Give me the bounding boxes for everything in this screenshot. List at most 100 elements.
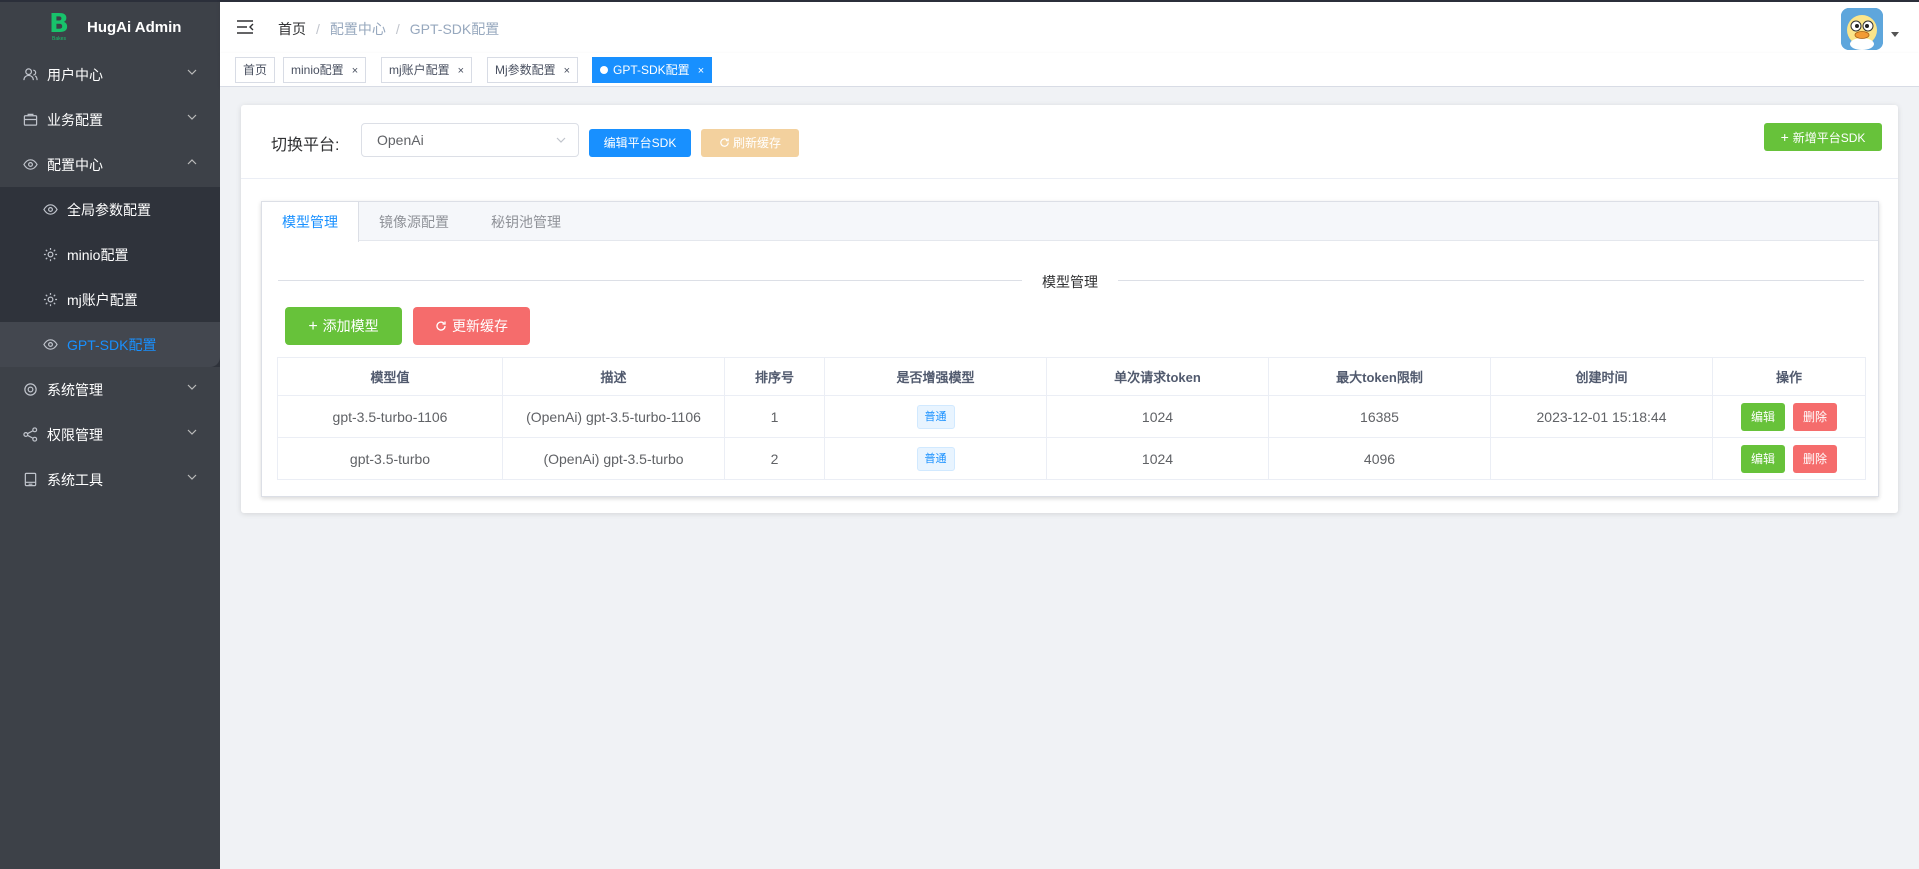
sidebar-item-label: minio配置 bbox=[67, 246, 129, 263]
close-icon[interactable]: × bbox=[698, 65, 704, 77]
duck-avatar-icon bbox=[1841, 8, 1883, 50]
sidebar-item-global-params[interactable]: 全局参数配置 bbox=[0, 187, 220, 232]
sidebar-item-user-center[interactable]: 用户中心 bbox=[0, 52, 220, 97]
tag-mj-account[interactable]: mj账户配置 × bbox=[381, 57, 473, 83]
logo-subtext: Bakes bbox=[52, 36, 66, 42]
cell-enhanced: 普通 bbox=[824, 437, 1047, 480]
tab-label: 秘钥池管理 bbox=[491, 214, 561, 230]
logo: B Bakes bbox=[47, 11, 71, 42]
platform-select[interactable]: OpenAi bbox=[361, 123, 579, 157]
close-icon[interactable]: × bbox=[564, 65, 570, 77]
tab-key-pool[interactable]: 秘钥池管理 bbox=[491, 202, 561, 241]
breadcrumb-home[interactable]: 首页 bbox=[278, 19, 306, 39]
button-label: 新增平台SDK bbox=[1792, 131, 1866, 145]
close-icon[interactable]: × bbox=[458, 65, 464, 77]
column-header: 创建时间 bbox=[1490, 357, 1713, 396]
edit-button[interactable]: 编辑 bbox=[1740, 444, 1785, 473]
sidebar-item-label: 配置中心 bbox=[47, 156, 103, 173]
sidebar-item-label: 用户中心 bbox=[47, 66, 103, 83]
close-icon[interactable]: × bbox=[352, 65, 358, 77]
sidebar-item-permissions[interactable]: 权限管理 bbox=[0, 412, 220, 457]
platform-select-value: OpenAi bbox=[377, 132, 424, 148]
sidebar-item-config-center[interactable]: 配置中心 bbox=[0, 142, 220, 187]
add-model-button[interactable]: + 添加模型 bbox=[285, 307, 402, 345]
status-badge: 普通 bbox=[916, 446, 955, 471]
cell-model: gpt-3.5-turbo-1106 bbox=[277, 395, 503, 438]
chevron-down-icon bbox=[556, 137, 566, 143]
config-center-submenu: 全局参数配置 minio配置 mj账户配置 GPT-SDK配置 bbox=[0, 187, 220, 367]
table-header-row: 模型值 描述 排序号 是否增强模型 单次请求token 最大token限制 创建… bbox=[277, 357, 1866, 396]
breadcrumb-separator: / bbox=[316, 21, 320, 37]
brand[interactable]: B Bakes HugAi Admin bbox=[0, 2, 220, 52]
tag-label: GPT-SDK配置 bbox=[613, 63, 690, 77]
eye-icon bbox=[22, 157, 38, 173]
sidebar-item-label: 全局参数配置 bbox=[67, 201, 151, 218]
plus-icon: + bbox=[308, 318, 318, 335]
menu-fold-icon[interactable] bbox=[236, 18, 254, 36]
sidebar-item-system-tools[interactable]: 系统工具 bbox=[0, 457, 220, 502]
sidebar-item-business-config[interactable]: 业务配置 bbox=[0, 97, 220, 142]
update-cache-button[interactable]: 更新缓存 bbox=[413, 307, 530, 345]
sidebar-item-label: mj账户配置 bbox=[67, 291, 138, 308]
tab-model-management[interactable]: 模型管理 bbox=[262, 202, 359, 242]
tag-gpt-sdk[interactable]: GPT-SDK配置 × bbox=[592, 57, 713, 83]
tag-label: Mj参数配置 bbox=[495, 63, 556, 77]
cell-request-token: 1024 bbox=[1046, 395, 1269, 438]
cell-created bbox=[1490, 437, 1713, 480]
model-table: 模型值 描述 排序号 是否增强模型 单次请求token 最大token限制 创建… bbox=[277, 357, 1866, 480]
sidebar-item-mj-account[interactable]: mj账户配置 bbox=[0, 277, 220, 322]
tag-label: 首页 bbox=[243, 63, 268, 77]
chevron-down-icon bbox=[187, 429, 197, 435]
eye-icon bbox=[42, 202, 58, 218]
tags-view: 首页 minio配置 × mj账户配置 × Mj参数配置 × GPT-SDK配置 × bbox=[220, 53, 1919, 87]
status-badge: 普通 bbox=[916, 404, 955, 429]
chevron-up-icon bbox=[187, 159, 197, 165]
refresh-icon bbox=[720, 138, 729, 147]
caret-down-icon[interactable] bbox=[1891, 32, 1899, 37]
cell-created: 2023-12-01 15:18:44 bbox=[1490, 395, 1713, 438]
add-platform-sdk-button[interactable]: + 新增平台SDK bbox=[1764, 123, 1882, 151]
sidebar: B Bakes HugAi Admin 用户中心 业务配置 配置中心 全局参数配… bbox=[0, 0, 220, 869]
plus-icon: + bbox=[1780, 129, 1789, 145]
tab-mirror-source[interactable]: 镜像源配置 bbox=[379, 202, 449, 241]
cell-max-token: 4096 bbox=[1268, 437, 1491, 480]
sidebar-item-label: GPT-SDK配置 bbox=[67, 336, 157, 353]
share-icon bbox=[22, 427, 38, 443]
refresh-cache-button[interactable]: 刷新缓存 bbox=[701, 129, 799, 157]
cell-actions: 编辑 删除 bbox=[1712, 395, 1866, 438]
gear-icon bbox=[42, 292, 58, 308]
button-label: 刷新缓存 bbox=[732, 136, 781, 150]
sidebar-item-system-admin[interactable]: 系统管理 bbox=[0, 367, 220, 412]
delete-button[interactable]: 删除 bbox=[1793, 444, 1838, 473]
edit-platform-sdk-button[interactable]: 编辑平台SDK bbox=[589, 129, 691, 157]
button-label: 添加模型 bbox=[322, 318, 379, 334]
table-row: gpt-3.5-turbo-1106 (OpenAi) gpt-3.5-turb… bbox=[277, 395, 1866, 438]
tab-label: 模型管理 bbox=[282, 214, 338, 230]
tag-minio[interactable]: minio配置 × bbox=[283, 57, 367, 83]
avatar[interactable] bbox=[1841, 8, 1883, 50]
app-title: HugAi Admin bbox=[87, 18, 182, 36]
breadcrumb-config-center: 配置中心 bbox=[329, 21, 386, 37]
active-dot-icon bbox=[600, 66, 608, 74]
sidebar-item-minio[interactable]: minio配置 bbox=[0, 232, 220, 277]
column-header: 操作 bbox=[1712, 357, 1866, 396]
platform-label: 切换平台: bbox=[271, 137, 340, 154]
breadcrumb: 首页 / 配置中心 / GPT-SDK配置 bbox=[278, 19, 499, 39]
edit-button[interactable]: 编辑 bbox=[1740, 402, 1785, 431]
tag-mj-params[interactable]: Mj参数配置 × bbox=[487, 57, 579, 83]
cell-sort: 2 bbox=[724, 437, 825, 480]
sidebar-item-gpt-sdk[interactable]: GPT-SDK配置 bbox=[0, 322, 220, 367]
tab-label: 镜像源配置 bbox=[379, 214, 449, 230]
button-label: 更新缓存 bbox=[452, 318, 508, 334]
app-main: 切换平台: OpenAi 编辑平台SDK 刷新缓存 +新增平台SDK 模型管理 bbox=[220, 87, 1919, 869]
delete-button[interactable]: 删除 bbox=[1793, 402, 1838, 431]
tag-home[interactable]: 首页 bbox=[235, 57, 276, 83]
cell-sort: 1 bbox=[724, 395, 825, 438]
chevron-down-icon bbox=[187, 114, 197, 120]
sidebar-item-label: 系统工具 bbox=[47, 471, 103, 488]
card-header: 切换平台: OpenAi 编辑平台SDK 刷新缓存 + 新增平台SDK bbox=[241, 105, 1898, 179]
briefcase-icon bbox=[22, 112, 38, 128]
user-icon bbox=[22, 67, 38, 83]
tabs-container: 模型管理 镜像源配置 秘钥池管理 模型管理 + 添加模型 更新缓存 模型值 描述… bbox=[261, 201, 1879, 497]
chevron-down-icon bbox=[187, 69, 197, 75]
